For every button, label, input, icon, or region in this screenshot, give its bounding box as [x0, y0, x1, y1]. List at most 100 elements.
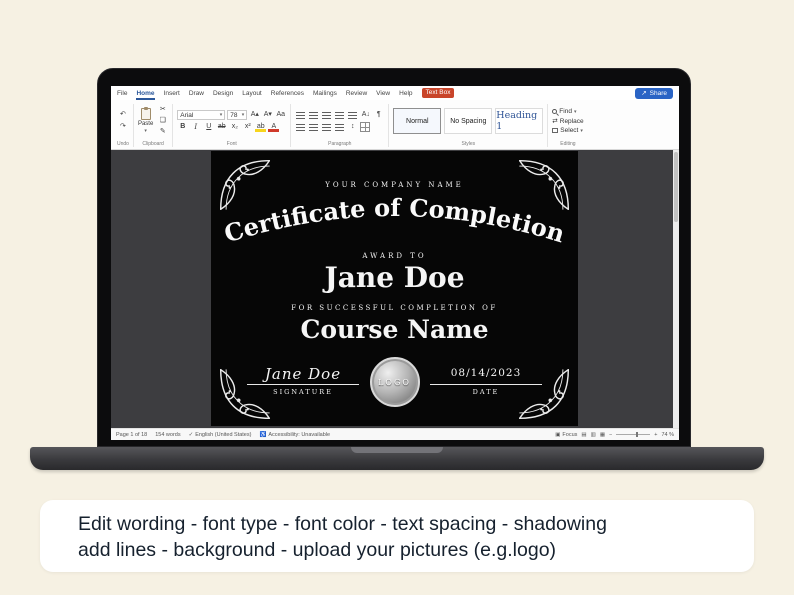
share-button[interactable]: ↗ Share: [635, 87, 673, 99]
sort-icon[interactable]: A↓: [360, 110, 371, 120]
decrease-indent-icon[interactable]: [334, 110, 346, 120]
tab-home[interactable]: Home: [136, 87, 154, 100]
zoom-slider[interactable]: [616, 432, 651, 437]
tab-file[interactable]: File: [117, 87, 127, 100]
find-button[interactable]: Find ▾: [552, 108, 583, 115]
paste-button[interactable]: Paste ▾: [137, 107, 154, 134]
font-color-button[interactable]: A: [268, 122, 280, 132]
svg-text:Certificate of Completion: Certificate of Completion: [221, 193, 569, 247]
group-label-clipboard: Clipboard: [142, 141, 164, 147]
select-button[interactable]: Select ▾: [552, 127, 583, 134]
tab-help[interactable]: Help: [399, 87, 412, 100]
tab-draw[interactable]: Draw: [189, 87, 204, 100]
certificate-title: Certificate of Completion: [221, 193, 569, 247]
align-center-icon[interactable]: [308, 122, 320, 132]
zoom-out-button[interactable]: −: [609, 432, 612, 438]
search-icon: [552, 109, 558, 114]
scrollbar-thumb[interactable]: [674, 152, 678, 222]
zoom-slider-thumb[interactable]: [635, 432, 638, 437]
bullets-icon[interactable]: [295, 110, 307, 120]
font-name-select[interactable]: Arial ▾: [177, 110, 226, 120]
paste-label: Paste: [137, 121, 154, 127]
bold-button[interactable]: B: [177, 122, 188, 132]
tab-layout[interactable]: Layout: [242, 87, 262, 100]
web-layout-icon[interactable]: ▦: [600, 432, 605, 438]
cut-icon[interactable]: ✂: [157, 105, 168, 115]
italic-button[interactable]: I: [190, 122, 201, 132]
chevron-down-icon: ▾: [573, 108, 577, 115]
print-layout-icon[interactable]: ▥: [591, 432, 596, 438]
borders-icon[interactable]: [360, 122, 371, 132]
signature-label: SIGNATURE: [273, 388, 333, 396]
undo-icon[interactable]: ↶: [117, 110, 128, 120]
style-heading1[interactable]: Heading 1: [495, 108, 544, 134]
justify-icon[interactable]: [334, 122, 346, 132]
numbering-icon[interactable]: [308, 110, 320, 120]
accessibility-label: Accessibility: Unavailable: [268, 431, 331, 438]
read-mode-icon[interactable]: ▤: [581, 432, 586, 438]
highlight-color-button[interactable]: ab: [255, 122, 267, 132]
language-label: English (United States): [195, 431, 252, 438]
group-font: Arial ▾ 78 ▾ A▴ A▾ Aa B I U ab x₂ x² ab …: [174, 102, 289, 149]
certificate-footer: Jane Doe SIGNATURE LOGO 08/14/2023 DATE: [211, 355, 578, 421]
style-normal[interactable]: Normal: [393, 108, 442, 134]
superscript-button[interactable]: x²: [242, 122, 253, 132]
redo-icon[interactable]: ↷: [117, 122, 128, 132]
underline-button[interactable]: U: [203, 122, 214, 132]
laptop-base: [30, 447, 764, 470]
date-line: [430, 384, 542, 385]
recipient-name: Jane Doe: [324, 261, 465, 294]
tab-text-box[interactable]: Text Box: [421, 88, 455, 98]
tab-references[interactable]: References: [271, 87, 304, 100]
copy-icon[interactable]: ❏: [157, 116, 168, 126]
group-editing: Find ▾ ⇄ Replace Select ▾ Editing: [549, 102, 586, 149]
change-case-icon[interactable]: Aa: [275, 110, 286, 120]
signature-line: [247, 384, 359, 385]
group-styles: Normal No Spacing Heading 1 Styles: [390, 102, 546, 149]
focus-button[interactable]: ▣ Focus: [555, 432, 577, 438]
zoom-in-button[interactable]: +: [654, 432, 657, 438]
paragraph-mark-icon[interactable]: ¶: [373, 110, 384, 120]
tab-view[interactable]: View: [376, 87, 390, 100]
certificate-page[interactable]: YOUR COMPANY NAME Certificate of Complet…: [211, 151, 578, 426]
proofing-icon: ✓: [188, 431, 194, 438]
ribbon: ↶ ↷ Undo Paste ▾ ✂ ❏ ✎ Clipboard Arial ▾…: [111, 100, 679, 150]
format-painter-icon[interactable]: ✎: [157, 127, 168, 137]
strikethrough-button[interactable]: ab: [216, 122, 227, 132]
group-label-font: Font: [226, 141, 237, 147]
status-language[interactable]: ✓ English (United States): [189, 432, 252, 438]
zoom-percentage[interactable]: 74 %: [661, 432, 674, 438]
line-spacing-icon[interactable]: ↕: [347, 122, 358, 132]
accessibility-icon: ♿: [259, 431, 267, 438]
subscript-button[interactable]: x₂: [229, 122, 240, 132]
caption-line2: add lines - background - upload your pic…: [78, 539, 557, 561]
tab-design[interactable]: Design: [213, 87, 233, 100]
status-word-count[interactable]: 154 words: [155, 432, 180, 438]
replace-button[interactable]: ⇄ Replace: [552, 117, 583, 126]
status-accessibility[interactable]: ♿ Accessibility: Unavailable: [259, 432, 330, 438]
font-size-select[interactable]: 78 ▾: [227, 110, 248, 120]
group-clipboard: Paste ▾ ✂ ❏ ✎ Clipboard: [135, 102, 171, 149]
paragraph-controls-row-2: ↕: [295, 122, 384, 132]
status-page[interactable]: Page 1 of 18: [116, 432, 147, 438]
align-left-icon[interactable]: [295, 122, 307, 132]
date-value: 08/14/2023: [450, 367, 522, 379]
group-divider: [132, 104, 134, 147]
tab-insert[interactable]: Insert: [164, 87, 180, 100]
vertical-scrollbar[interactable]: [673, 150, 679, 428]
select-label: Select: [560, 127, 579, 134]
shrink-font-icon[interactable]: A▾: [262, 110, 273, 120]
increase-indent-icon[interactable]: [347, 110, 359, 120]
chevron-down-icon: ▾: [580, 127, 583, 134]
grow-font-icon[interactable]: A▴: [249, 110, 260, 120]
style-no-spacing[interactable]: No Spacing: [444, 108, 493, 134]
group-divider: [290, 104, 292, 147]
font-size-value: 78: [230, 111, 238, 119]
signature-script: Jane Doe: [264, 365, 342, 383]
tab-review[interactable]: Review: [346, 87, 367, 100]
align-right-icon[interactable]: [321, 122, 333, 132]
multilevel-list-icon[interactable]: [321, 110, 333, 120]
group-divider: [172, 104, 174, 147]
tab-mailings[interactable]: Mailings: [313, 87, 337, 100]
document-canvas[interactable]: YOUR COMPANY NAME Certificate of Complet…: [111, 150, 679, 428]
